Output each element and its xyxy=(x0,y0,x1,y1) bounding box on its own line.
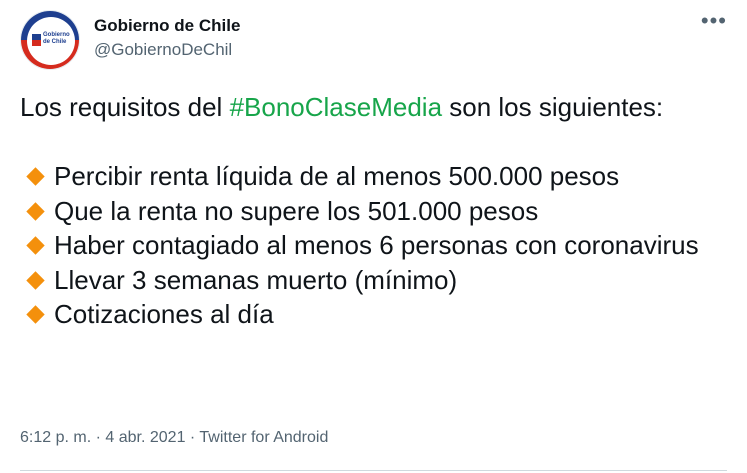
requirement-item: Haber contagiado al menos 6 personas con… xyxy=(20,228,720,263)
meta-separator: · xyxy=(95,429,101,446)
requirement-text: Llevar 3 semanas muerto (mínimo) xyxy=(54,264,458,295)
chile-flag-icon xyxy=(32,34,41,46)
requirement-text: Haber contagiado al menos 6 personas con… xyxy=(54,230,699,260)
tweet-header: Gobierno de Chile Gobierno de Chile @Gob… xyxy=(20,10,240,70)
orange-diamond-icon xyxy=(26,167,45,186)
tweet-metadata: 6:12 p. m. · 4 abr. 2021 · Twitter for A… xyxy=(20,429,328,447)
tweet-intro-text-end: son los siguientes: xyxy=(442,92,664,122)
divider xyxy=(20,470,727,471)
orange-diamond-icon xyxy=(26,305,45,324)
tweet-source[interactable]: Twitter for Android xyxy=(199,429,328,446)
requirement-item: Llevar 3 semanas muerto (mínimo) xyxy=(20,263,720,298)
avatar-logo-text: Gobierno de Chile xyxy=(43,32,70,45)
tweet-time[interactable]: 6:12 p. m. xyxy=(20,429,91,446)
author-handle[interactable]: @GobiernoDeChil xyxy=(94,39,240,61)
requirement-item: Percibir renta líquida de al menos 500.0… xyxy=(20,159,720,194)
tweet-card: Gobierno de Chile Gobierno de Chile @Gob… xyxy=(0,0,747,473)
requirement-item: Cotizaciones al día xyxy=(20,297,720,332)
orange-diamond-icon xyxy=(26,201,45,221)
orange-diamond-icon xyxy=(26,270,45,290)
tweet-text: Los requisitos del #BonoClaseMedia son l… xyxy=(20,90,720,332)
avatar[interactable]: Gobierno de Chile xyxy=(20,10,80,70)
orange-diamond-icon xyxy=(26,236,45,255)
author-display-name[interactable]: Gobierno de Chile xyxy=(94,15,240,37)
more-options-icon[interactable]: ••• xyxy=(701,10,727,32)
hashtag-link[interactable]: #BonoClaseMedia xyxy=(230,92,442,122)
meta-separator: · xyxy=(189,429,196,446)
author-names: Gobierno de Chile @GobiernoDeChil xyxy=(94,15,240,61)
requirement-text: Percibir renta líquida de al menos 500.0… xyxy=(54,161,620,191)
requirement-item: Que la renta no supere los 501.000 pesos xyxy=(20,194,720,229)
requirement-text: Cotizaciones al día xyxy=(54,299,274,329)
tweet-date[interactable]: 4 abr. 2021 xyxy=(105,429,185,446)
tweet-intro-text: Los requisitos del xyxy=(20,92,230,122)
requirement-text: Que la renta no supere los 501.000 pesos xyxy=(54,195,539,226)
